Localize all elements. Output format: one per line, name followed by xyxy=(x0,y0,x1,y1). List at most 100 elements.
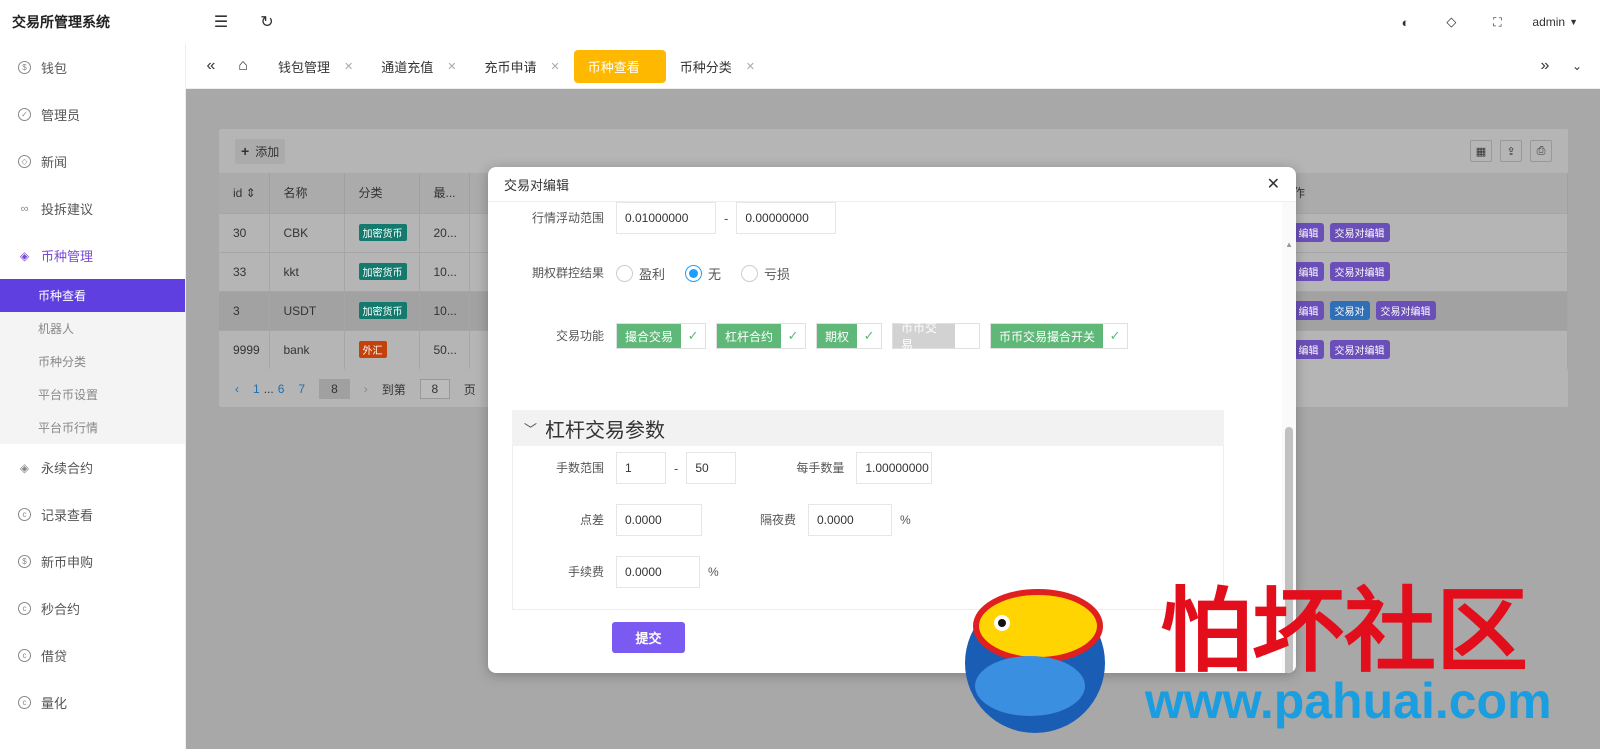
tab-currency-view[interactable]: 币种查看 xyxy=(573,49,666,83)
coin-icon: c xyxy=(18,602,31,615)
tab-wallet-management[interactable]: 钱包管理 ✕ xyxy=(264,50,367,83)
checkbox-option[interactable]: 期权 ✓ xyxy=(816,323,883,349)
tab-close-icon[interactable]: ✕ xyxy=(447,60,456,73)
tab-label: 钱包管理 xyxy=(278,59,331,75)
diamond-icon: ◈ xyxy=(19,460,30,475)
sidebar-item-second-contract[interactable]: c 秒合约 xyxy=(0,585,185,632)
pair-edit-button[interactable]: 交易对编辑 xyxy=(1329,223,1390,242)
pair-edit-button[interactable]: 交易对编辑 xyxy=(1375,301,1436,320)
add-button[interactable]: + 添加 xyxy=(235,138,286,164)
sidebar-item-admin[interactable]: ✓ 管理员 xyxy=(0,91,185,138)
sidebar-item-quant[interactable]: c 量化 xyxy=(0,679,185,726)
close-icon[interactable]: ✕ xyxy=(1267,174,1280,194)
submit-button[interactable]: 提交 xyxy=(612,622,685,653)
page-current: 8 xyxy=(319,379,350,399)
tab-currency-category[interactable]: 币种分类 ✕ xyxy=(666,50,769,83)
tabs-scroll-left-icon[interactable]: « xyxy=(200,55,222,77)
sidebar-subitem-label: 机器人 xyxy=(38,322,75,336)
category-tag: 外汇 xyxy=(358,341,387,359)
page-label: 页 xyxy=(463,382,476,397)
per-lot-input[interactable]: 1.00000000 xyxy=(856,452,933,484)
pair-button[interactable]: 交易对 xyxy=(1329,301,1370,320)
sidebar-item-label: 永续合约 xyxy=(41,461,94,476)
overnight-label: 隔夜费 xyxy=(759,512,796,527)
diamond-icon: ◈ xyxy=(19,248,30,263)
pair-edit-button[interactable]: 交易对编辑 xyxy=(1329,340,1390,360)
checkbox-coin-trade[interactable]: 币币交易✓ xyxy=(892,321,981,352)
tab-close-icon[interactable]: ✕ xyxy=(344,60,353,73)
leverage-section-header[interactable]: ﹀ 杠杆交易参数 xyxy=(512,410,1224,446)
sidebar-subitem-platform-coin-market[interactable]: 平台币行情 xyxy=(0,411,185,444)
tab-deposit-request[interactable]: 充币申请 ✕ xyxy=(470,50,573,83)
edit-button[interactable]: 编辑 xyxy=(1293,223,1324,242)
user-menu[interactable]: admin ▼ xyxy=(1532,15,1578,29)
checkbox-leverage[interactable]: 杠杆合约 ✓ xyxy=(716,323,807,349)
lots-max-input[interactable]: 50 xyxy=(686,452,737,484)
check-icon: ✓ xyxy=(955,324,979,348)
columns-icon[interactable]: ▦ xyxy=(1470,140,1492,162)
column-header[interactable]: id ⇕ xyxy=(219,173,270,213)
page-1[interactable]: 1 xyxy=(253,382,260,396)
sidebar-subitem-robot[interactable]: 机器人 xyxy=(0,312,185,345)
checkbox-coin-match-switch[interactable]: 币币交易撮合开关 ✓ xyxy=(990,323,1129,349)
edit-button[interactable]: 编辑 xyxy=(1293,340,1324,360)
checkbox-match-trade[interactable]: 撮合交易 ✓ xyxy=(616,323,707,349)
spread-input[interactable]: 0.0000 xyxy=(616,504,702,536)
print-icon[interactable]: ⎙ xyxy=(1530,140,1552,162)
fullscreen-icon[interactable]: ⛶ xyxy=(1486,11,1508,33)
sidebar-subitem-label: 平台币设置 xyxy=(38,388,99,402)
percent-unit: % xyxy=(708,565,719,579)
pair-edit-button[interactable]: 交易对编辑 xyxy=(1329,262,1390,281)
lots-min-input[interactable]: 1 xyxy=(616,452,666,484)
tag-icon[interactable]: ◇ xyxy=(1440,11,1462,33)
percent-unit: % xyxy=(900,513,911,527)
page-6[interactable]: 6 xyxy=(278,382,285,396)
sidebar-subitem-currency-category[interactable]: 币种分类 xyxy=(0,345,185,378)
radio-none[interactable]: 无 xyxy=(685,264,721,283)
palette-icon[interactable]: ◐ xyxy=(1394,11,1416,33)
next-page-icon[interactable]: › xyxy=(364,382,368,396)
tab-close-icon[interactable]: ✕ xyxy=(550,60,559,73)
page-7[interactable]: 7 xyxy=(298,382,305,396)
goto-page-input[interactable]: 8 xyxy=(419,379,450,399)
check-icon: ✓ xyxy=(787,328,799,343)
radio-loss[interactable]: 亏损 xyxy=(741,264,790,283)
option-control-label: 期权群控结果 xyxy=(531,266,604,280)
watermark: 怕坏社区 www.pahuai.com xyxy=(950,568,1590,743)
tag-icon: ◇ xyxy=(18,155,31,168)
tabs-dropdown-icon[interactable]: ⌄ xyxy=(1566,55,1588,77)
edit-button[interactable]: 编辑 xyxy=(1293,262,1324,281)
tab-close-icon[interactable]: ✕ xyxy=(746,60,755,73)
menu-fold-icon[interactable]: ☰ xyxy=(210,11,232,33)
sidebar-item-new-coin[interactable]: $ 新币申购 xyxy=(0,538,185,585)
sidebar-item-label: 记录查看 xyxy=(41,508,94,523)
refresh-icon[interactable]: ↻ xyxy=(256,11,278,33)
radio-profit[interactable]: 盈利 xyxy=(616,264,665,283)
sidebar-item-loan[interactable]: c 借贷 xyxy=(0,632,185,679)
sidebar-item-news[interactable]: ◇ 新闻 xyxy=(0,138,185,185)
sidebar-item-feedback[interactable]: ∞ 投拆建议 xyxy=(0,185,185,232)
fee-input[interactable]: 0.0000 xyxy=(616,556,700,588)
sidebar-subitem-platform-coin-settings[interactable]: 平台币设置 xyxy=(0,378,185,411)
sidebar-submenu: 币种查看 机器人 币种分类 平台币设置 平台币行情 xyxy=(0,279,185,444)
watermark-logo: 怕坏社区 www.pahuai.com xyxy=(965,581,1552,733)
coin-icon: c xyxy=(18,696,31,709)
check-icon: ✓ xyxy=(1109,328,1121,343)
fluct-max-input[interactable]: 0.00000000 xyxy=(736,202,837,234)
export-icon[interactable]: ⇪ xyxy=(1500,140,1522,162)
sidebar-subitem-currency-view[interactable]: 币种查看 xyxy=(0,279,185,312)
prev-page-icon[interactable]: ‹ xyxy=(235,382,239,396)
fee-label: 手续费 xyxy=(567,564,604,579)
tabs-scroll-right-icon[interactable]: » xyxy=(1534,55,1556,77)
sidebar-item-records[interactable]: c 记录查看 xyxy=(0,491,185,538)
edit-button[interactable]: 编辑 xyxy=(1293,301,1324,320)
sidebar-item-perpetual[interactable]: ◈ 永续合约 xyxy=(0,444,185,491)
shield-icon: ✓ xyxy=(18,108,31,121)
home-icon[interactable]: ⌂ xyxy=(232,55,254,77)
sidebar-item-wallet[interactable]: $ 钱包 xyxy=(0,44,185,91)
overnight-input[interactable]: 0.0000 xyxy=(808,504,892,536)
fluct-min-input[interactable]: 0.01000000 xyxy=(616,202,716,234)
sidebar-item-currency-management[interactable]: ◈ 币种管理 xyxy=(0,232,185,279)
scroll-up-icon[interactable]: ▲ xyxy=(1285,240,1293,249)
tab-channel-deposit[interactable]: 通道充值 ✕ xyxy=(367,50,470,83)
